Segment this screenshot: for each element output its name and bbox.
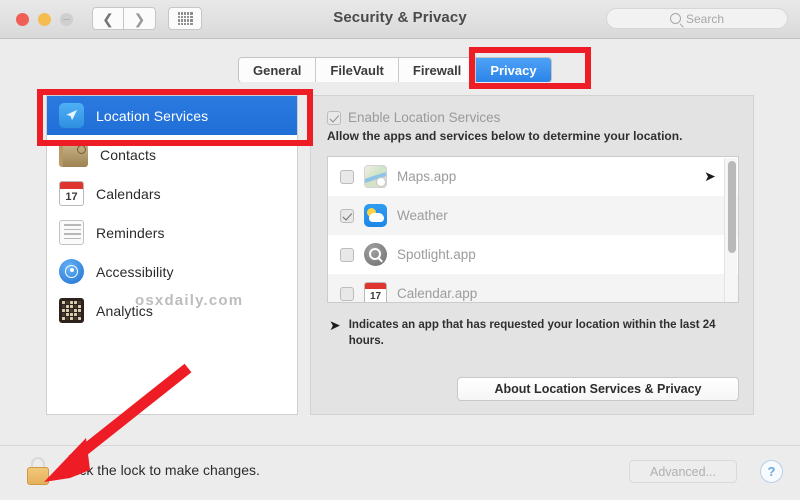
enable-location-services-label: Enable Location Services <box>348 110 501 125</box>
calendar-icon: 17 <box>59 181 84 206</box>
calendar-day: 17 <box>65 190 78 203</box>
scrollbar-thumb[interactable] <box>727 161 736 253</box>
search-placeholder: Search <box>685 11 725 26</box>
lock-icon[interactable] <box>27 457 49 485</box>
list-item[interactable]: Weather <box>328 196 738 235</box>
footnote-text: Indicates an app that has requested your… <box>348 319 716 347</box>
enable-location-services-row[interactable]: Enable Location Services <box>327 110 753 125</box>
app-checkbox[interactable] <box>340 247 354 262</box>
search-icon <box>669 13 681 24</box>
accessibility-icon <box>59 259 84 284</box>
location-footnote: ➤ Indicates an app that has requested yo… <box>328 316 737 349</box>
sidebar-item-label: Reminders <box>96 224 165 241</box>
sidebar-item-label: Calendars <box>96 185 161 202</box>
main-content: Location Services Contacts 17 Calendars … <box>0 82 800 445</box>
app-name: Weather <box>397 208 448 223</box>
list-item[interactable]: Spotlight.app <box>328 235 738 274</box>
lock-hint-text: Click the lock to make changes. <box>63 462 260 478</box>
tab-general[interactable]: General <box>239 58 317 82</box>
sidebar-item-reminders[interactable]: Reminders <box>47 213 297 252</box>
weather-icon <box>364 204 387 227</box>
reminders-list-icon <box>59 220 84 245</box>
about-location-services-button[interactable]: About Location Services & Privacy <box>457 377 739 401</box>
enable-location-services-checkbox[interactable] <box>327 110 341 125</box>
tab-privacy[interactable]: Privacy <box>476 58 551 82</box>
app-name: Maps.app <box>397 169 457 184</box>
sidebar-item-location-services[interactable]: Location Services <box>47 96 297 135</box>
sidebar-item-contacts[interactable]: Contacts <box>47 135 297 174</box>
app-name: Calendar.app <box>397 286 478 301</box>
location-arrow-icon: ➤ <box>328 316 341 334</box>
app-list-scrollbar[interactable] <box>724 158 737 302</box>
sidebar-item-label: Contacts <box>100 146 157 163</box>
app-name: Spotlight.app <box>397 247 476 262</box>
tab-bar: General FileVault Firewall Privacy <box>238 57 552 83</box>
sidebar-item-label: Accessibility <box>96 263 174 280</box>
analytics-grid-icon <box>59 298 84 323</box>
location-arrow-icon: ➤ <box>704 167 717 185</box>
security-privacy-window: ❮ ❯ Security & Privacy Search General Fi… <box>0 0 800 500</box>
sidebar-item-label: Location Services <box>96 107 209 124</box>
pane-description: Allow the apps and services below to det… <box>327 129 683 143</box>
privacy-category-sidebar: Location Services Contacts 17 Calendars … <box>46 95 298 415</box>
tab-firewall[interactable]: Firewall <box>398 58 477 82</box>
app-checkbox[interactable] <box>340 208 354 223</box>
site-watermark: osxdaily.com <box>135 292 244 309</box>
calendar-icon: 17 <box>364 282 387 302</box>
app-permission-list: Maps.app ➤ Weather Spotlight.app 17 Cale… <box>327 156 739 303</box>
window-titlebar: ❮ ❯ Security & Privacy Search <box>0 0 800 39</box>
address-book-icon <box>59 142 88 167</box>
location-arrow-icon <box>59 103 84 128</box>
help-button[interactable]: ? <box>760 460 783 483</box>
list-item[interactable]: Maps.app ➤ <box>328 157 738 196</box>
search-input[interactable]: Search <box>606 8 788 29</box>
tab-filevault[interactable]: FileVault <box>316 58 399 82</box>
sidebar-item-calendars[interactable]: 17 Calendars <box>47 174 297 213</box>
maps-icon <box>364 165 387 188</box>
calendar-day: 17 <box>369 290 382 302</box>
app-checkbox[interactable] <box>340 169 354 184</box>
list-item[interactable]: 17 Calendar.app <box>328 274 738 302</box>
location-services-pane: Enable Location Services Allow the apps … <box>310 95 754 415</box>
advanced-button[interactable]: Advanced... <box>629 460 737 483</box>
spotlight-icon <box>364 243 387 266</box>
app-checkbox[interactable] <box>340 286 354 301</box>
sidebar-item-accessibility[interactable]: Accessibility <box>47 252 297 291</box>
